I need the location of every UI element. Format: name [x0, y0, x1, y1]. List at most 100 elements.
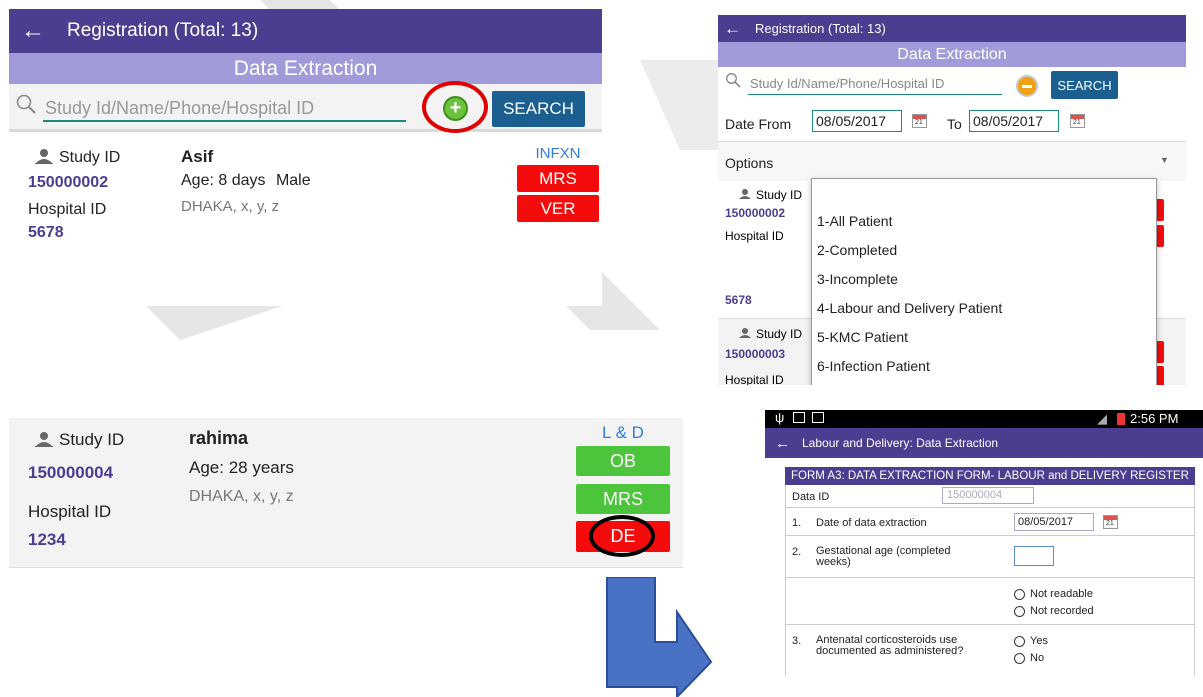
- option-label: Not readable: [1030, 588, 1093, 600]
- patient-age-row: Age: 8 days Male: [181, 172, 311, 190]
- gestational-age-input[interactable]: [1014, 546, 1054, 566]
- signal-icon: ◢: [1097, 411, 1107, 426]
- highlight-ring: [589, 515, 655, 557]
- hospital-id-value: 5678: [725, 293, 752, 307]
- options-label: Options: [725, 155, 774, 171]
- form-row: Data ID 150000004: [786, 485, 1194, 508]
- ver-button[interactable]: VER: [517, 195, 599, 222]
- screen-title: Registration (Total: 13): [755, 21, 886, 36]
- patient-card[interactable]: Study ID 150000002 Hospital ID 5678 Asif…: [9, 132, 602, 272]
- hospital-id-value: 1234: [28, 530, 66, 549]
- dropdown-option[interactable]: 4-Labour and Delivery Patient: [812, 294, 1156, 323]
- question-text: Antenatal corticosteroids use documented…: [816, 634, 964, 657]
- status-time: 2:56 PM: [1130, 411, 1179, 426]
- remove-filter-icon[interactable]: [1016, 75, 1038, 97]
- calendar-icon[interactable]: 21: [1070, 114, 1085, 128]
- dropdown-option[interactable]: 2-Completed: [812, 236, 1156, 265]
- radio-icon: [1014, 652, 1025, 664]
- not-recorded-option[interactable]: Not recorded: [1014, 605, 1094, 617]
- study-id-value: 150000002: [725, 206, 786, 220]
- dropdown-option[interactable]: 1-All Patient: [812, 207, 1156, 236]
- option-label: Not recorded: [1030, 605, 1094, 617]
- form-heading-text: FORM A3: DATA EXTRACTION FORM- LABOUR an…: [791, 470, 1189, 482]
- labour-delivery-form-screen: ψ ◢ 2:56 PM ← Labour and Delivery: Data …: [765, 410, 1203, 697]
- status-bar: ψ ◢ 2:56 PM: [765, 410, 1203, 428]
- extraction-date-field[interactable]: 08/05/2017: [1014, 513, 1094, 531]
- search-button[interactable]: SEARCH: [492, 91, 585, 127]
- search-input[interactable]: Study Id/Name/Phone/Hospital ID: [748, 73, 1002, 95]
- options-dropdown-menu: 1-All Patient 2-Completed 3-Incomplete 4…: [811, 178, 1157, 385]
- ob-button[interactable]: OB: [576, 446, 670, 476]
- patient-age: Age: 8 days: [181, 172, 266, 189]
- calendar-icon[interactable]: 21: [912, 114, 927, 128]
- option-label: No: [1030, 652, 1045, 664]
- date-to-label: To: [947, 116, 962, 132]
- patient-age: Age: 28 years: [189, 458, 294, 477]
- date-from-value: 08/05/2017: [816, 113, 887, 129]
- question-number: 2.: [792, 546, 802, 558]
- battery-icon: [1117, 413, 1125, 425]
- patient-card-rahima[interactable]: Study ID 150000004 Hospital ID 1234 rahi…: [9, 418, 683, 568]
- patient-name: rahima: [189, 428, 249, 448]
- date-to-field[interactable]: 08/05/2017: [969, 110, 1059, 132]
- study-id-label: Study ID: [756, 327, 803, 341]
- form-heading: FORM A3: DATA EXTRACTION FORM- LABOUR an…: [785, 467, 1195, 485]
- data-id-field: 150000004: [942, 487, 1034, 504]
- section-title-text: Data Extraction: [233, 56, 378, 80]
- section-title: Data Extraction: [718, 42, 1186, 67]
- date-to-value: 08/05/2017: [973, 113, 1044, 129]
- form-row: Not readable Not recorded: [786, 578, 1194, 625]
- registration-screen-a: ← Registration (Total: 13) Data Extracti…: [9, 9, 602, 306]
- search-placeholder: Study Id/Name/Phone/Hospital ID: [750, 76, 945, 91]
- study-id-value: 150000004: [28, 463, 114, 482]
- back-arrow-icon[interactable]: ←: [724, 19, 741, 39]
- question-number: 3.: [792, 635, 802, 647]
- patient-sex: Male: [275, 172, 311, 189]
- study-id-label: Study ID: [59, 430, 125, 449]
- search-icon: [16, 94, 36, 114]
- screen-title: Labour and Delivery: Data Extraction: [802, 436, 999, 450]
- search-button-label: SEARCH: [1057, 77, 1112, 93]
- options-row: Options ▼: [718, 141, 1186, 181]
- radio-icon: [1014, 635, 1025, 647]
- back-arrow-icon[interactable]: ←: [775, 435, 790, 452]
- dropdown-arrow-icon[interactable]: ▼: [1160, 155, 1169, 165]
- no-option[interactable]: No: [1014, 652, 1044, 664]
- person-icon: [35, 149, 53, 164]
- screen-title: Registration (Total: 13): [67, 20, 259, 41]
- search-button[interactable]: SEARCH: [1051, 71, 1118, 99]
- date-range-row: Date From 08/05/2017 21 To 08/05/2017 21: [718, 104, 1186, 141]
- calendar-icon[interactable]: 21: [1103, 515, 1118, 529]
- mrs-button[interactable]: MRS: [576, 484, 670, 514]
- search-icon: [726, 73, 741, 88]
- study-id-row: Study ID: [738, 327, 802, 341]
- hospital-id-label: Hospital ID: [28, 201, 107, 218]
- radio-icon: [1014, 588, 1025, 600]
- question-text: Gestational age (completed weeks): [816, 545, 951, 568]
- usb-icon: ψ: [775, 410, 785, 425]
- dropdown-option[interactable]: 3-Incomplete: [812, 265, 1156, 294]
- dropdown-option[interactable]: 6-Infection Patient: [812, 352, 1156, 381]
- app-bar: ← Registration (Total: 13): [718, 15, 1186, 42]
- add-filter-icon[interactable]: +: [443, 96, 468, 121]
- search-button-label: SEARCH: [503, 99, 574, 118]
- not-readable-option[interactable]: Not readable: [1014, 588, 1093, 600]
- hospital-id-label: Hospital ID: [725, 373, 784, 385]
- question-number: 1.: [792, 517, 802, 529]
- search-placeholder: Study Id/Name/Phone/Hospital ID: [45, 98, 315, 118]
- person-icon: [739, 189, 751, 199]
- section-title-text: Data Extraction: [897, 45, 1007, 63]
- yes-option[interactable]: Yes: [1014, 635, 1048, 647]
- image-icon: [812, 412, 824, 423]
- section-title: Data Extraction: [9, 53, 602, 84]
- date-from-field[interactable]: 08/05/2017: [812, 110, 902, 132]
- search-input[interactable]: Study Id/Name/Phone/Hospital ID: [43, 94, 406, 122]
- data-id-label: Data ID: [792, 491, 830, 503]
- hospital-id-value: 5678: [28, 224, 64, 241]
- study-id-label: Study ID: [756, 188, 803, 202]
- back-arrow-icon[interactable]: ←: [21, 17, 45, 45]
- study-id-value: 150000002: [28, 174, 109, 191]
- mrs-button[interactable]: MRS: [517, 165, 599, 192]
- dropdown-option[interactable]: 5-KMC Patient: [812, 323, 1156, 352]
- flow-arrow-icon: [606, 577, 713, 697]
